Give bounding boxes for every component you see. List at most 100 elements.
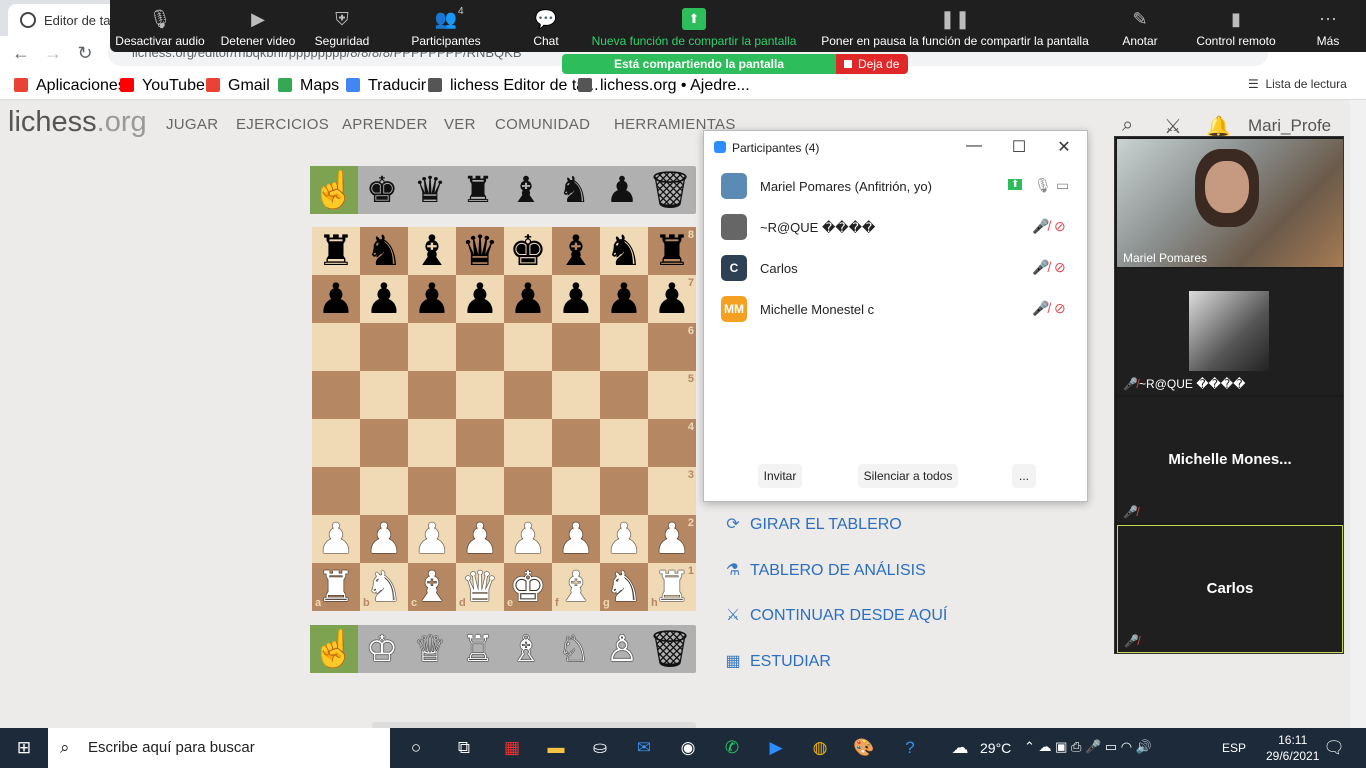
lichess-logo[interactable]: lichess.org bbox=[8, 106, 147, 139]
board-square-f3[interactable] bbox=[552, 467, 600, 515]
notifications-icon[interactable]: 🗨 bbox=[1322, 737, 1346, 759]
zoom-toolbar-share-screen-button[interactable]: ⬆ Nueva función de compartir la pantalla bbox=[586, 0, 802, 52]
board-square-a2[interactable]: ♟ bbox=[312, 515, 360, 563]
chess-piece[interactable]: ♟ bbox=[461, 275, 499, 322]
board-square-g8[interactable]: ♞ bbox=[600, 227, 648, 275]
board-square-a1[interactable]: ♜ a bbox=[312, 563, 360, 611]
spare-piece[interactable]: ♗ bbox=[502, 625, 550, 673]
nav-aprender[interactable]: APRENDER bbox=[342, 116, 428, 133]
reading-list-button[interactable]: ☰ Lista de lectura bbox=[1248, 77, 1347, 91]
board-square-c4[interactable] bbox=[408, 419, 456, 467]
board-square-h4[interactable]: 4 bbox=[648, 419, 696, 467]
chess-piece[interactable]: ♛ bbox=[461, 563, 499, 610]
board-square-e4[interactable] bbox=[504, 419, 552, 467]
board-square-f4[interactable] bbox=[552, 419, 600, 467]
stop-sharing-button[interactable]: Deja de bbox=[836, 54, 908, 74]
spare-piece[interactable]: ♕ bbox=[406, 625, 454, 673]
participant-row[interactable]: C Carlos 🎤̸ ⊘ bbox=[704, 251, 1087, 291]
board-square-a8[interactable]: ♜ bbox=[312, 227, 360, 275]
board-square-e5[interactable] bbox=[504, 371, 552, 419]
spare-piece[interactable]: ♙ bbox=[598, 625, 646, 673]
board-square-b8[interactable]: ♞ bbox=[360, 227, 408, 275]
muted-mic-icon[interactable]: 🎤̸ bbox=[1032, 259, 1049, 276]
board-square-c6[interactable] bbox=[408, 323, 456, 371]
board-square-d5[interactable] bbox=[456, 371, 504, 419]
zoom-toolbar-shield-button[interactable]: ⛨ Seguridad bbox=[306, 0, 378, 52]
microphone-icon[interactable]: 🎙 bbox=[1034, 177, 1052, 194]
muted-mic-icon[interactable]: 🎤̸ bbox=[1032, 218, 1049, 235]
clock[interactable]: 16:11 29/6/2021 bbox=[1266, 733, 1319, 763]
chess-piece[interactable]: ♝ bbox=[557, 227, 595, 274]
action-study[interactable]: ▦ ESTUDIAR bbox=[724, 651, 830, 671]
spare-piece[interactable]: ♞ bbox=[550, 166, 598, 214]
spare-piece[interactable]: ♟ bbox=[598, 166, 646, 214]
muted-mic-icon[interactable]: 🎤̸ bbox=[1032, 300, 1049, 317]
participant-row[interactable]: MM Michelle Monestel c 🎤̸ ⊘ bbox=[704, 292, 1087, 332]
chess-piece[interactable]: ♞ bbox=[365, 563, 403, 610]
chess-piece[interactable]: ♝ bbox=[413, 227, 451, 274]
board-square-e2[interactable]: ♟ bbox=[504, 515, 552, 563]
zoom-toolbar-camera-button[interactable]: ▶ Detener video bbox=[218, 0, 298, 52]
bookmark-item[interactable]: Aplicaciones bbox=[14, 77, 126, 95]
board-square-b7[interactable]: ♟ bbox=[360, 275, 408, 323]
board-square-a3[interactable] bbox=[312, 467, 360, 515]
forward-arrow-icon[interactable]: → bbox=[42, 42, 64, 64]
mail-icon[interactable]: ✉ bbox=[632, 737, 656, 759]
board-square-e1[interactable]: ♚ e bbox=[504, 563, 552, 611]
video-tile-raque[interactable]: 🎤̸ ~R@QUE ���� bbox=[1117, 269, 1343, 395]
chess-piece[interactable]: ♟ bbox=[413, 515, 451, 562]
spare-piece[interactable]: ♔ bbox=[358, 625, 406, 673]
pdf-reader-icon[interactable]: ▦ bbox=[500, 737, 524, 759]
board-square-b3[interactable] bbox=[360, 467, 408, 515]
video-tile-host[interactable]: Mariel Pomares bbox=[1117, 139, 1343, 267]
reload-icon[interactable]: ↻ bbox=[74, 42, 96, 64]
zoom-toolbar-participants-button[interactable]: 👥 Participantes 4 bbox=[406, 0, 486, 52]
board-square-a4[interactable] bbox=[312, 419, 360, 467]
camera-off-icon[interactable]: ⊘ bbox=[1054, 300, 1066, 317]
board-square-h2[interactable]: ♟ 2 bbox=[648, 515, 696, 563]
camera-off-icon[interactable]: ⊘ bbox=[1054, 218, 1066, 235]
board-square-d2[interactable]: ♟ bbox=[456, 515, 504, 563]
board-square-a7[interactable]: ♟ bbox=[312, 275, 360, 323]
board-square-f8[interactable]: ♝ bbox=[552, 227, 600, 275]
language-indicator[interactable]: ESP bbox=[1222, 741, 1246, 755]
tray-icons[interactable]: ⌃ ☁ ▣ ⎙ 🎤 ▭ ◠ 🔊 bbox=[1024, 739, 1152, 755]
store-icon[interactable]: ⛀ bbox=[588, 737, 612, 759]
board-square-d7[interactable]: ♟ bbox=[456, 275, 504, 323]
board-square-c1[interactable]: ♝ c bbox=[408, 563, 456, 611]
video-tile-michelle[interactable]: Michelle Mones... 🎤̸ bbox=[1117, 397, 1343, 523]
board-square-g3[interactable] bbox=[600, 467, 648, 515]
board-square-e8[interactable]: ♚ bbox=[504, 227, 552, 275]
chess-piece[interactable]: ♟ bbox=[365, 515, 403, 562]
camera-icon[interactable]: ▭ bbox=[1056, 177, 1069, 194]
bookmark-item[interactable]: lichess Editor de ta... bbox=[428, 77, 599, 95]
help-icon[interactable]: ? bbox=[898, 737, 922, 759]
whatsapp-icon[interactable]: ✆ bbox=[720, 737, 744, 759]
board-square-f2[interactable]: ♟ bbox=[552, 515, 600, 563]
more-options-button[interactable]: ... bbox=[1012, 464, 1036, 488]
task-view-icon[interactable]: ⧉ bbox=[452, 737, 476, 759]
chess-piece[interactable]: ♚ bbox=[509, 563, 547, 610]
board-square-g4[interactable] bbox=[600, 419, 648, 467]
chess-piece[interactable]: ♜ bbox=[653, 227, 691, 274]
board-square-c3[interactable] bbox=[408, 467, 456, 515]
taskbar-search-input[interactable]: Escribe aquí para buscar bbox=[48, 728, 390, 768]
close-icon[interactable]: ✕ bbox=[1054, 137, 1074, 157]
chess-board[interactable]: ♜ ♞ ♝ ♛ ♚ ♝ ♞ ♜ 8 ♟ ♟ ♟ ♟ ♟ ♟ ♟ ♟ 7 6 5 4 3 ♟ ♟ ♟ ♟ ♟ ♟ ♟ ♟ 2 ♜ a ♞ b ♝ c ♛ d ♚… bbox=[312, 227, 696, 611]
chess-piece[interactable]: ♜ bbox=[653, 563, 691, 610]
chess-piece[interactable]: ♞ bbox=[605, 227, 643, 274]
spare-piece[interactable]: ♜ bbox=[454, 166, 502, 214]
chess-piece[interactable]: ♛ bbox=[461, 227, 499, 274]
windows-start-icon[interactable]: ⊞ bbox=[12, 737, 36, 759]
board-square-e6[interactable] bbox=[504, 323, 552, 371]
zoom-toolbar-chat-button[interactable]: 💬 Chat bbox=[520, 0, 572, 52]
board-square-f5[interactable] bbox=[552, 371, 600, 419]
zoom-toolbar-pause-button[interactable]: ❚❚ Poner en pausa la función de compartir… bbox=[816, 0, 1094, 52]
chess-piece[interactable]: ♜ bbox=[317, 227, 355, 274]
zoom-toolbar-pencil-button[interactable]: ✎ Anotar bbox=[1110, 0, 1170, 52]
chess-piece[interactable]: ♞ bbox=[365, 227, 403, 274]
browser-tab[interactable]: Editor de tab bbox=[8, 4, 118, 36]
chess-piece[interactable]: ♝ bbox=[557, 563, 595, 610]
spare-piece[interactable]: ♘ bbox=[550, 625, 598, 673]
nav-jugar[interactable]: JUGAR bbox=[166, 116, 218, 133]
